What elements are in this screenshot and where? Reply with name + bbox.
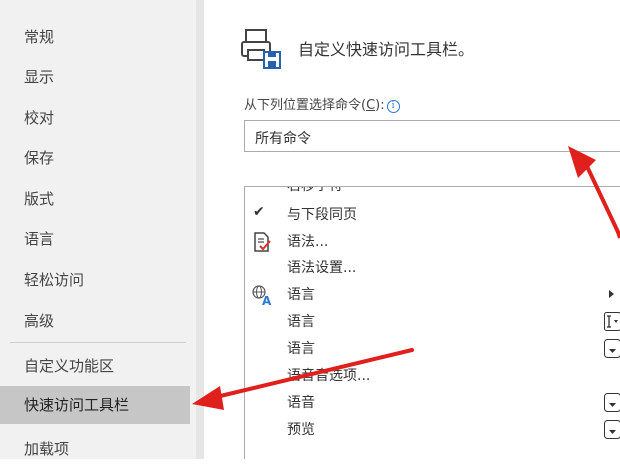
- dropdown-control-icon: [604, 339, 620, 358]
- choose-commands-dropdown[interactable]: 所有命令: [244, 120, 620, 152]
- command-label: 语言: [287, 284, 315, 304]
- options-sidebar: 常规 显示 校对 保存 版式 语言 轻松访问 高级 自定义功能区 快速访问工具栏…: [0, 0, 196, 459]
- choose-commands-label: 从下列位置选择命令(C):i: [244, 94, 400, 113]
- command-label: 语法...: [287, 231, 328, 251]
- panel-separator: [196, 0, 204, 459]
- command-label: 预览: [287, 419, 315, 439]
- sidebar-item-display[interactable]: 显示: [0, 58, 190, 96]
- list-item[interactable]: 预览: [245, 417, 620, 443]
- dropdown-control-icon: [604, 393, 620, 412]
- command-label: 语音: [287, 392, 315, 412]
- command-label: 语言: [287, 338, 315, 358]
- checkmark-icon: ✔: [253, 204, 265, 220]
- sidebar-divider: [10, 342, 186, 343]
- list-item[interactable]: 语法...: [245, 229, 620, 255]
- sidebar-item-proofing[interactable]: 校对: [0, 99, 190, 137]
- language-icon: A: [251, 284, 273, 306]
- list-item[interactable]: 语言: [245, 336, 620, 362]
- command-label: 右移字符: [287, 186, 343, 195]
- sidebar-item-language[interactable]: 语言: [0, 220, 190, 258]
- svg-text:A: A: [262, 294, 272, 306]
- command-label: 语法设置...: [287, 257, 356, 277]
- sidebar-item-accessibility[interactable]: 轻松访问: [0, 261, 190, 299]
- info-icon[interactable]: i: [387, 100, 400, 113]
- sidebar-item-advanced[interactable]: 高级: [0, 302, 190, 340]
- list-item[interactable]: 语音: [245, 390, 620, 416]
- dropdown-selected-value: 所有命令: [255, 128, 311, 148]
- list-item[interactable]: ✔ 与下段同页: [245, 202, 620, 228]
- list-item[interactable]: 右移字符: [245, 186, 620, 199]
- dropdown-control-icon: [604, 420, 620, 439]
- command-label: 语言: [287, 311, 315, 331]
- sidebar-item-customize-ribbon[interactable]: 自定义功能区: [0, 347, 190, 385]
- sidebar-item-layout[interactable]: 版式: [0, 180, 190, 218]
- sidebar-item-general[interactable]: 常规: [0, 18, 190, 56]
- command-label: 语音音选项...: [287, 365, 370, 385]
- quick-access-toolbar-icon: [240, 26, 284, 70]
- command-label: 与下段同页: [287, 204, 357, 224]
- text-cursor-dropdown-icon: [604, 312, 620, 331]
- list-item[interactable]: A 语言: [245, 282, 620, 308]
- section-title: 自定义快速访问工具栏。: [298, 36, 474, 60]
- sidebar-item-quick-access-toolbar[interactable]: 快速访问工具栏: [0, 386, 190, 424]
- list-item[interactable]: 语言: [245, 309, 620, 335]
- submenu-arrow-icon: [609, 290, 614, 298]
- commands-list[interactable]: 右移字符 ✔ 与下段同页 语法... 语法设置... A 语言: [244, 186, 620, 459]
- list-item[interactable]: 语法设置...: [245, 255, 620, 281]
- list-item[interactable]: 语音音选项...: [245, 363, 620, 389]
- sidebar-item-add-ins[interactable]: 加载项: [0, 430, 190, 468]
- sidebar-item-save[interactable]: 保存: [0, 139, 190, 177]
- grammar-icon: [251, 231, 273, 253]
- quick-access-settings-panel: 自定义快速访问工具栏。 从下列位置选择命令(C):i 所有命令 右移字符 ✔ 与…: [204, 0, 620, 459]
